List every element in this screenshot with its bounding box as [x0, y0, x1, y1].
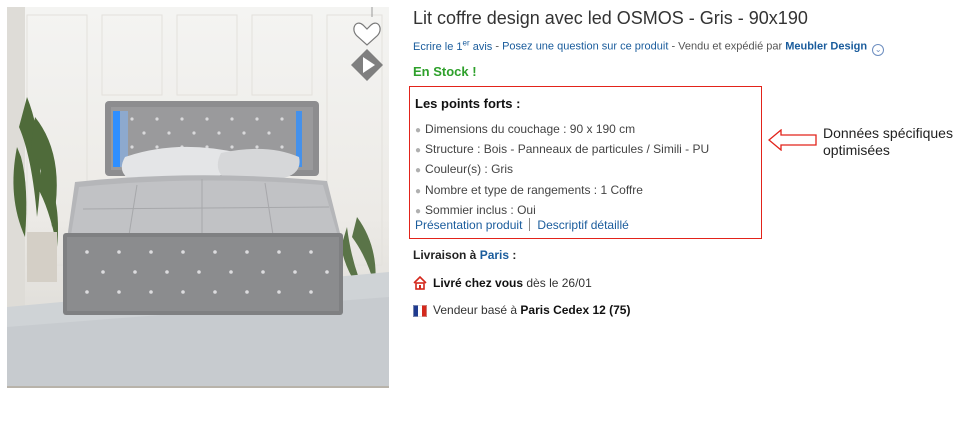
bullet-icon: ●	[415, 205, 422, 217]
product-title: Lit coffre design avec led OSMOS - Gris …	[413, 8, 808, 28]
points-forts-links: Présentation produit Descriptif détaillé	[415, 218, 629, 232]
bed-photo	[7, 7, 389, 388]
delivery-city-link[interactable]: Paris	[480, 248, 509, 262]
points-forts-box: Les points forts : ● Dimensions du coucha…	[409, 86, 762, 239]
french-flag-icon	[413, 305, 427, 317]
bullet-icon: ●	[415, 125, 422, 136]
seller-location-prefix: Vendeur basé à	[433, 303, 521, 317]
sold-by-label: Vendu et expédié par	[678, 40, 786, 53]
play-video-icon	[351, 49, 383, 81]
home-delivery-date: dès le 26/01	[523, 276, 592, 290]
points-forts-list: ● Dimensions du couchage : 90 x 190 cm ● S…	[415, 120, 709, 221]
list-item: ● Dimensions du couchage : 90 x 190 cm	[415, 122, 636, 136]
link-divider	[529, 218, 531, 231]
chevron-down-icon[interactable]: ⌄	[872, 43, 885, 56]
presentation-produit-link[interactable]: Présentation produit	[415, 218, 522, 232]
clipped-offers-text	[413, 383, 633, 388]
stock-status: En Stock !	[413, 64, 477, 79]
product-meta: Ecrire le 1er avis - Posez une question …	[413, 38, 885, 56]
seller-location-row: Vendeur basé à Paris Cedex 12 (75)	[413, 303, 630, 317]
product-image[interactable]	[7, 7, 389, 388]
bullet-icon: ●	[415, 145, 422, 157]
home-icon	[413, 276, 427, 290]
home-delivery-label: Livré chez vous	[433, 276, 524, 290]
annotation-line-1: Données spécifiques	[823, 125, 953, 141]
meta-separator: -	[492, 40, 503, 53]
annotation-line-2: optimisées	[823, 142, 890, 158]
list-item: ● Couleur(s) : Gris	[415, 162, 514, 177]
home-delivery-row: Livré chez vous dès le 26/01	[413, 276, 592, 290]
bullet-icon: ●	[415, 165, 422, 177]
seller-link[interactable]: Meubler Design	[785, 41, 867, 53]
list-item: ● Structure : Bois - Panneaux de particul…	[415, 142, 710, 157]
descriptif-detaille-link[interactable]: Descriptif détaillé	[537, 218, 628, 232]
bullet-icon: ●	[415, 185, 422, 197]
page-background	[0, 388, 971, 427]
write-review-link[interactable]: Ecrire le 1er avis	[413, 38, 492, 53]
play-video-button[interactable]	[350, 48, 384, 82]
arrow-left-icon	[768, 129, 817, 151]
points-forts-title: Les points forts :	[415, 96, 521, 111]
heart-icon[interactable]	[353, 7, 381, 46]
list-item: ● Nombre et type de rangements : 1 Coffre	[415, 182, 643, 197]
delivery-heading: Livraison à Paris :	[413, 248, 517, 262]
meta-separator: -	[668, 40, 679, 53]
ask-question-link[interactable]: Posez une question sur ce produit	[502, 41, 668, 53]
seller-location: Paris Cedex 12 (75)	[520, 303, 631, 317]
annotation-text: Données spécifiques optimisées	[823, 125, 953, 159]
